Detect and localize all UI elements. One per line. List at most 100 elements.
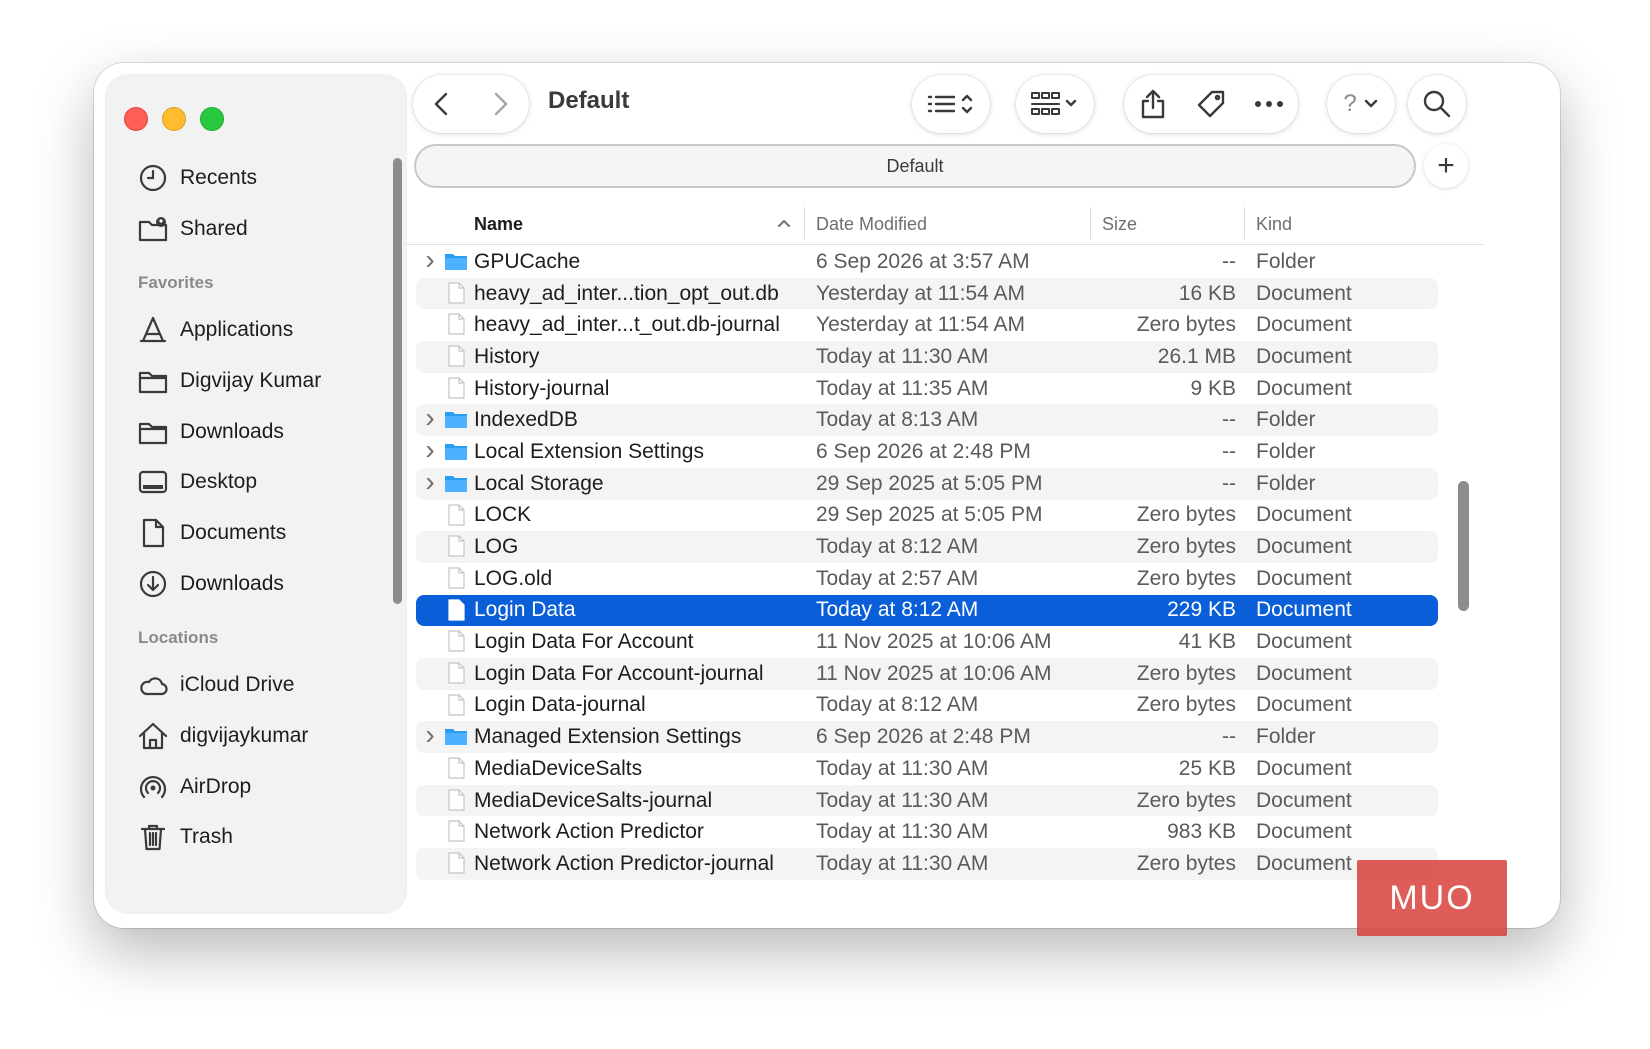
sidebar-item-desktop[interactable]: Desktop [136,462,386,502]
file-date: Yesterday at 11:54 AM [816,313,1025,337]
chevron-right-icon [494,92,508,116]
file-kind: Document [1256,313,1352,337]
file-row[interactable]: heavy_ad_inter...t_out.db-journal Yesterd… [416,309,1438,341]
back-button[interactable] [413,75,471,133]
disclosure-chevron-icon[interactable]: › [422,721,438,749]
disclosure-chevron-icon[interactable]: › [422,246,438,274]
file-date: 6 Sep 2026 at 3:57 AM [816,249,1030,273]
file-size: -- [1222,408,1236,432]
help-button[interactable]: ? [1327,75,1395,133]
tag-button[interactable] [1182,75,1240,133]
file-row[interactable]: Login Data Today at 8:12 AM 229 KB Document [416,594,1438,627]
file-size: Zero bytes [1136,788,1236,812]
file-row[interactable]: heavy_ad_inter...tion_opt_out.db Yesterda… [416,277,1438,310]
sidebar-item-digvijay-kumar[interactable]: Digvijay Kumar [136,361,386,401]
file-row[interactable]: MediaDeviceSalts-journal Today at 11:30 A… [416,784,1438,817]
column-header-name[interactable]: Name [474,203,523,245]
sidebar-item-downloads[interactable]: Downloads [136,412,386,452]
file-size: Zero bytes [1136,313,1236,337]
sidebar-item-label: Shared [180,217,248,240]
file-size: 41 KB [1178,630,1236,654]
file-row[interactable]: › Local Extension Settings 6 Sep 2026 at 2… [416,436,1438,468]
file-size: -- [1222,725,1236,749]
file-name: History [474,344,540,368]
column-header-kind[interactable]: Kind [1256,203,1292,245]
file-date: Today at 11:35 AM [816,376,989,400]
sidebar-item-label: Documents [180,521,287,544]
file-row[interactable]: History Today at 11:30 AM 26.1 MB Document [416,341,1438,373]
more-button[interactable] [1240,75,1298,133]
folder-icon [445,412,467,429]
file-size: Zero bytes [1136,661,1236,685]
zoom-button[interactable] [200,107,224,131]
disclosure-chevron-icon[interactable]: › [422,436,438,464]
sidebar-item-home[interactable]: digvijaykumar [136,716,386,756]
file-icon [448,345,465,367]
file-row[interactable]: MediaDeviceSalts Today at 11:30 AM 25 KB Do… [416,753,1438,785]
file-row[interactable]: Login Data For Account 11 Nov 2025 at 10:… [416,626,1438,658]
file-size: -- [1222,439,1236,463]
sidebar-item-icloud-drive[interactable]: iCloud Drive [136,665,386,705]
file-date: 29 Sep 2025 at 5:05 PM [816,503,1043,527]
column-header-size[interactable]: Size [1102,203,1137,245]
file-kind: Document [1256,535,1352,559]
sidebar-item-downloads-2[interactable]: Downloads [136,564,386,604]
file-kind: Document [1256,376,1352,400]
forward-button[interactable] [471,75,529,133]
file-kind: Document [1256,598,1352,622]
sidebar-section-favorites: Favorites [138,273,214,292]
file-name: Local Storage [474,471,604,495]
file-name: LOCK [474,503,532,527]
disclosure-chevron-icon[interactable]: › [422,467,438,496]
file-row[interactable]: Login Data-journal Today at 8:12 AM Zero b… [416,690,1438,722]
sidebar-item-label: Downloads [180,572,284,595]
file-name: LOG [474,535,519,559]
file-date: Today at 11:30 AM [816,820,989,844]
file-row[interactable]: › Managed Extension Settings 6 Sep 2026 at… [416,721,1438,753]
file-name: LOG.old [474,566,553,590]
file-row[interactable]: LOG Today at 8:12 AM Zero bytes Document [416,531,1438,563]
minimize-button[interactable] [162,107,186,131]
file-row[interactable]: Login Data For Account-journal 11 Nov 202… [416,657,1438,690]
group-options-button[interactable] [1016,75,1094,133]
share-button[interactable] [1124,75,1182,133]
cloud-icon [136,668,170,702]
file-name: MediaDeviceSalts-journal [474,788,713,812]
file-row[interactable]: › IndexedDB Today at 8:13 AM -- Folder [416,404,1438,437]
file-row[interactable]: LOG.old Today at 2:57 AM Zero bytes Documen… [416,563,1438,595]
search-button[interactable] [1408,75,1466,133]
column-header-date[interactable]: Date Modified [816,203,927,245]
sidebar-item-documents[interactable]: Documents [136,513,386,553]
file-kind: Document [1256,851,1352,875]
file-name: Network Action Predictor-journal [474,851,774,875]
sort-ascending-icon[interactable] [776,217,792,229]
file-kind: Folder [1256,725,1316,749]
file-row[interactable]: History-journal Today at 11:35 AM 9 KB Docu… [416,373,1438,405]
file-row[interactable]: LOCK 29 Sep 2025 at 5:05 PM Zero bytes Docu… [416,500,1438,532]
view-options-button[interactable] [912,75,990,133]
file-list-scrollbar[interactable] [1458,481,1469,611]
file-list: › GPUCache 6 Sep 2026 at 3:57 AM -- Folder he… [416,246,1438,880]
tab-default[interactable]: Default [414,144,1416,188]
file-row[interactable]: Network Action Predictor-journal Today at… [416,848,1438,880]
clock-icon [136,161,170,195]
sidebar-item-airdrop[interactable]: AirDrop [136,767,386,807]
add-tab-button[interactable]: + [1424,144,1468,188]
sidebar-scrollbar[interactable] [393,158,402,604]
file-kind: Document [1256,820,1352,844]
file-row[interactable]: › Local Storage 29 Sep 2025 at 5:05 PM -- Fo… [416,467,1438,500]
sidebar-item-shared[interactable]: Shared [136,209,386,249]
file-name: History-journal [474,376,610,400]
sidebar-item-recents[interactable]: Recents [136,158,386,198]
sidebar-item-trash[interactable]: Trash [136,817,386,857]
file-date: Today at 11:30 AM [816,851,989,875]
file-date: Today at 11:30 AM [816,788,989,812]
file-row[interactable]: › GPUCache 6 Sep 2026 at 3:57 AM -- Folder [416,246,1438,278]
file-date: 11 Nov 2025 at 10:06 AM [816,630,1052,654]
close-button[interactable] [124,107,148,131]
disclosure-chevron-icon[interactable]: › [422,404,438,432]
file-icon [448,789,465,811]
sidebar-item-applications[interactable]: Applications [136,310,386,350]
file-row[interactable]: Network Action Predictor Today at 11:30 A… [416,816,1438,848]
file-kind: Document [1256,693,1352,717]
